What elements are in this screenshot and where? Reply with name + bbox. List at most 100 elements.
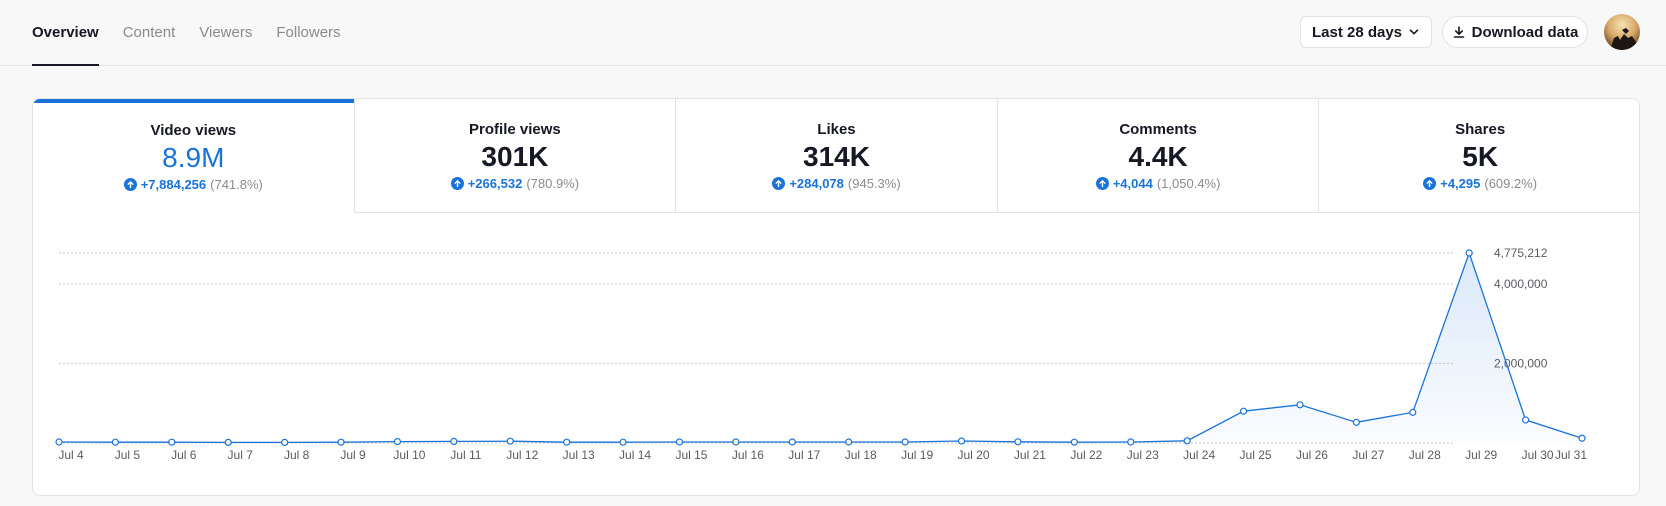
metric-value: 301K	[481, 141, 549, 172]
x-tick-label: Jul 23	[1127, 448, 1159, 462]
data-point	[901, 438, 909, 446]
metric-label: Video views	[150, 122, 237, 139]
x-tick-label: Jul 6	[171, 448, 197, 462]
x-tick-label: Jul 9	[340, 448, 366, 462]
metric-delta: +266,532	[467, 176, 523, 191]
date-range-dropdown[interactable]: Last 28 days	[1300, 16, 1432, 48]
arrow-up-icon	[123, 178, 137, 191]
data-point	[788, 438, 796, 446]
avatar[interactable]	[1604, 14, 1640, 50]
tab-content[interactable]: Content	[123, 0, 176, 66]
data-point	[1239, 407, 1248, 415]
metric-delta: +284,078	[789, 176, 844, 191]
nav-tabs: Overview Content Viewers Followers	[32, 0, 341, 66]
analytics-card: Video views 8.9M +7,884,256 (741.8%) Pro…	[32, 98, 1640, 496]
arrow-up-icon	[450, 177, 464, 190]
metric-comments[interactable]: Comments 4.4K +4,044 (1,050.4%)	[997, 99, 1320, 213]
data-point	[55, 438, 63, 446]
metric-label: Comments	[1119, 121, 1197, 138]
data-point	[337, 438, 345, 446]
chevron-down-icon	[1409, 29, 1419, 35]
x-tick-label: Jul 19	[901, 448, 933, 462]
avatar-image-icon	[1610, 28, 1640, 50]
metric-label: Likes	[817, 121, 856, 138]
x-tick-label: Jul 15	[675, 448, 707, 462]
metric-percent: (780.9%)	[526, 176, 580, 191]
x-tick-label: Jul 14	[619, 448, 651, 462]
arrow-up-icon	[1095, 177, 1109, 190]
metric-percent: (741.8%)	[210, 177, 263, 192]
data-point	[1014, 438, 1022, 446]
metric-value: 5K	[1462, 141, 1499, 172]
metric-change: +7,884,256 (741.8%)	[33, 177, 354, 192]
data-point	[619, 438, 627, 446]
x-tick-label: Jul 12	[506, 448, 538, 462]
tab-followers[interactable]: Followers	[276, 0, 340, 66]
data-point	[675, 438, 684, 446]
data-point	[224, 438, 232, 447]
data-point	[506, 437, 514, 445]
series-line	[58, 251, 1583, 444]
download-icon	[1453, 26, 1464, 38]
x-tick-label: Jul 4	[58, 448, 84, 462]
x-tick-label: Jul 16	[732, 448, 764, 462]
metric-label: Profile views	[469, 121, 561, 138]
data-point	[732, 438, 740, 446]
tab-viewers[interactable]: Viewers	[199, 0, 252, 66]
metric-profile-views[interactable]: Profile views 301K +266,532 (780.9%)	[354, 99, 677, 213]
x-tick-label: Jul 5	[115, 448, 141, 462]
download-data-button[interactable]: Download data	[1442, 16, 1588, 48]
metric-change: +284,078 (945.3%)	[676, 176, 997, 191]
data-point	[393, 438, 402, 446]
metric-change: +4,044 (1,050.4%)	[998, 176, 1319, 191]
x-tick-label: Jul 29	[1465, 448, 1497, 462]
metric-change: +4,295 (609.2%)	[1319, 176, 1639, 191]
data-point	[168, 438, 176, 446]
data-point	[450, 437, 458, 446]
metric-video-views[interactable]: Video views 8.9M +7,884,256 (741.8%)	[33, 99, 355, 213]
x-tick-label: Jul 22	[1070, 448, 1102, 462]
x-tick-label: Jul 13	[563, 448, 595, 462]
chart-svg: 4,775,2124,000,0002,000,000Jul 4 Jul 5 Jul…	[55, 246, 1587, 462]
metric-delta: +7,884,256	[140, 177, 207, 192]
data-point	[1127, 438, 1135, 446]
x-tick-label: Jul 10	[393, 448, 425, 462]
x-tick-label: Jul 26	[1296, 448, 1328, 462]
metric-shares[interactable]: Shares 5K +4,295 (609.2%)	[1319, 99, 1639, 213]
metric-value: 8.9M	[162, 142, 225, 173]
download-label: Download data	[1471, 23, 1579, 41]
metric-percent: (609.2%)	[1484, 176, 1538, 191]
metric-percent: (1,050.4%)	[1156, 176, 1221, 191]
metric-delta: +4,295	[1440, 176, 1481, 191]
data-point	[1352, 418, 1360, 426]
metric-value: 4.4K	[1128, 141, 1188, 172]
data-point	[1521, 416, 1530, 424]
series-area	[59, 253, 1582, 443]
metric-percent: (945.3%)	[847, 176, 901, 191]
x-tick-label: Jul 24	[1183, 448, 1215, 462]
x-tick-label: Jul 21	[1014, 448, 1046, 462]
data-point	[1465, 249, 1473, 257]
x-tick-label: Jul 25	[1240, 448, 1272, 462]
data-point	[957, 437, 966, 445]
data-point	[1296, 401, 1304, 409]
data-point	[1183, 437, 1191, 445]
arrow-up-icon	[772, 177, 786, 190]
x-tick-label: Jul 20	[958, 448, 990, 462]
data-point	[1578, 434, 1586, 442]
x-tick-label: Jul 27	[1352, 448, 1384, 462]
data-point	[1409, 408, 1417, 416]
x-tick-label: Jul 7	[228, 448, 254, 462]
metric-likes[interactable]: Likes 314K +284,078 (945.3%)	[676, 99, 998, 213]
data-point	[1070, 438, 1078, 446]
x-tick-label: Jul 17	[788, 448, 820, 462]
data-point	[563, 438, 571, 446]
metric-change: +266,532 (780.9%)	[355, 176, 676, 191]
tab-overview[interactable]: Overview	[32, 0, 99, 66]
arrow-up-icon	[1423, 177, 1437, 190]
metric-label: Shares	[1455, 121, 1506, 138]
data-point	[845, 438, 853, 446]
y-tick-label: 4,000,000	[1494, 277, 1548, 291]
x-tick-label: Jul 30	[1522, 448, 1554, 462]
metric-delta: +4,044	[1112, 176, 1153, 191]
